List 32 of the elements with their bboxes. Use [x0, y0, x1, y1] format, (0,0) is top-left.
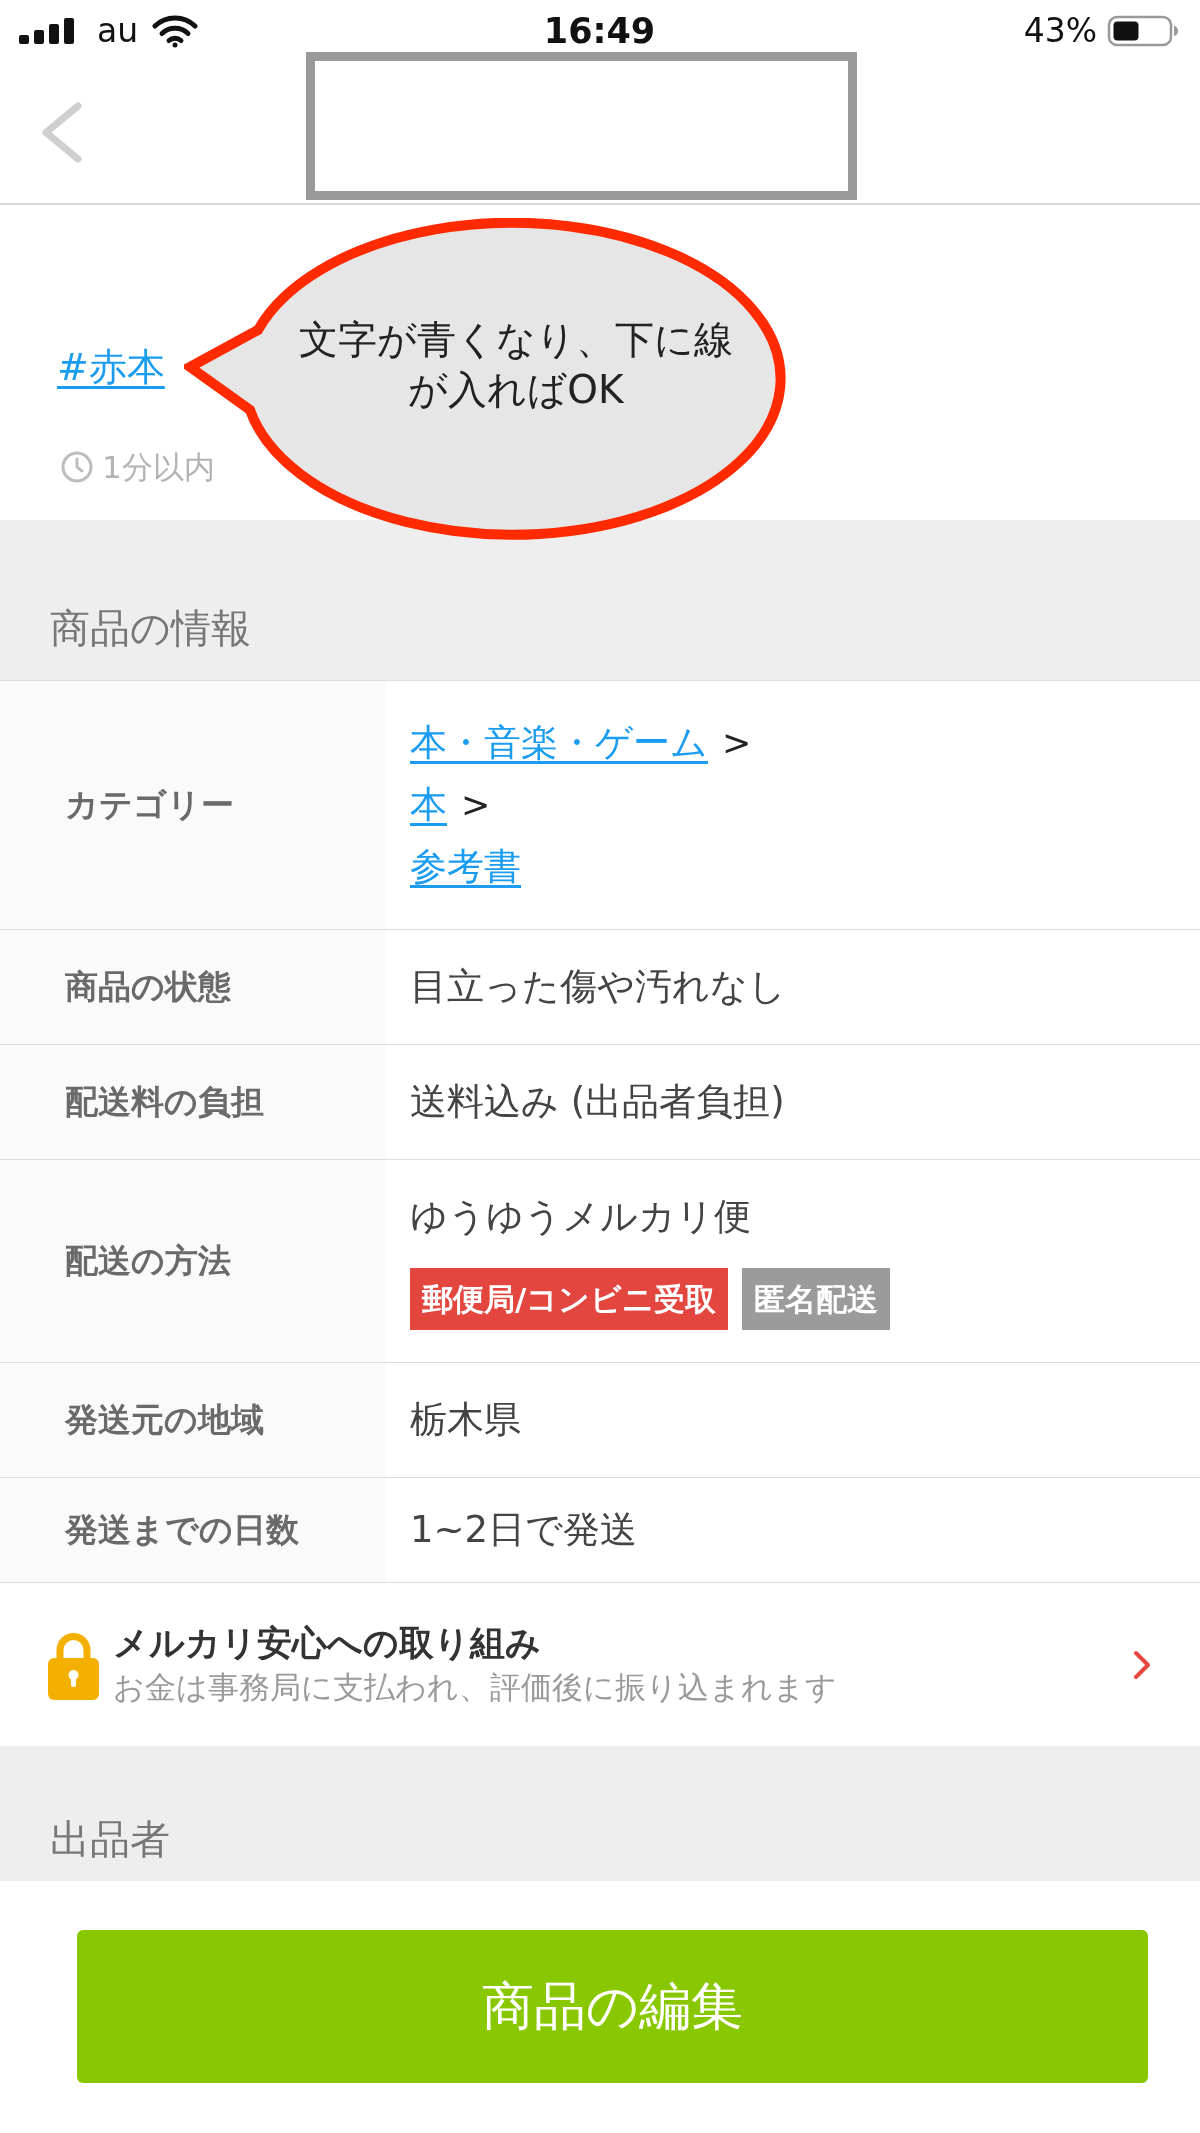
chevron-left-icon — [41, 101, 82, 163]
row-label: 商品の状態 — [0, 930, 385, 1044]
battery-icon — [1107, 14, 1180, 47]
posted-time: 1分以内 — [102, 449, 215, 485]
category-link[interactable]: 参考書 — [410, 842, 521, 892]
section-title: 出品者 — [50, 1815, 170, 1863]
row-value: 栃木県 — [409, 1397, 522, 1443]
breadcrumb-separator: > — [722, 722, 752, 765]
clock-icon — [61, 451, 93, 483]
row-label: 配送料の負担 — [0, 1045, 385, 1159]
carrier-name: au — [97, 10, 139, 51]
hashtag-link[interactable]: #赤本 — [57, 345, 165, 389]
row-label: カテゴリー — [0, 681, 385, 929]
category-link[interactable]: 本・音楽・ゲーム — [410, 718, 708, 768]
section-title: 商品の情報 — [50, 604, 251, 652]
battery-percent: 43% — [1023, 10, 1097, 51]
row-value: 1~2日で発送 — [409, 1507, 639, 1553]
row-value: ゆうゆうメルカリ便 — [410, 1194, 752, 1240]
wifi-icon — [152, 13, 199, 48]
row-label: 配送の方法 — [0, 1160, 385, 1362]
shipping-tag: 郵便局/コンビニ受取 — [410, 1268, 729, 1330]
signal-icon — [19, 17, 75, 44]
safety-title[interactable]: メルカリ安心への取り組み — [113, 1620, 1133, 1665]
breadcrumb-separator: > — [461, 784, 491, 827]
safety-subtitle: お金は事務局に支払われ、評価後に振り込まれます — [113, 1667, 838, 1707]
category-link[interactable]: 本 — [410, 780, 447, 830]
callout-text: 文字が青くなり、下に線 が入ればOK — [298, 316, 734, 414]
row-value: 送料込み (出品者負担) — [409, 1079, 786, 1125]
shipping-tag: 匿名配送 — [742, 1268, 891, 1330]
clock-time: 16:49 — [543, 9, 656, 52]
row-value: 目立った傷や汚れなし — [409, 964, 787, 1010]
row-label: 発送元の地域 — [0, 1363, 385, 1477]
